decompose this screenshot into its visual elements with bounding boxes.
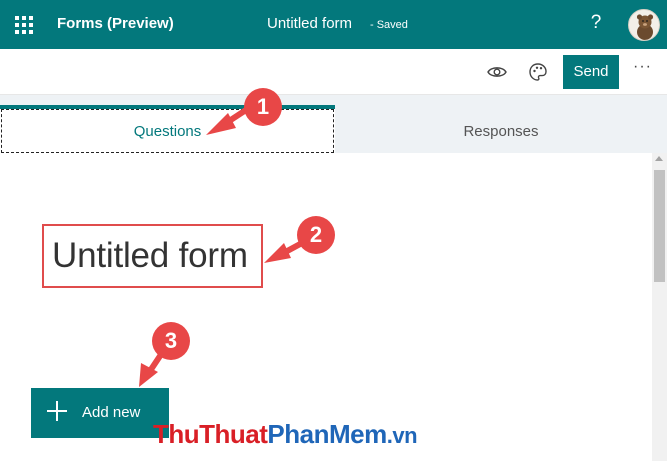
- app-launcher-icon[interactable]: [15, 16, 33, 34]
- watermark-part-1: ThuThuat: [153, 419, 268, 449]
- save-status: - Saved: [370, 19, 408, 31]
- send-button[interactable]: Send: [563, 55, 619, 89]
- eye-icon[interactable]: [486, 61, 508, 83]
- add-new-label: Add new: [82, 404, 141, 421]
- question-mark-icon[interactable]: ?: [588, 12, 604, 34]
- tab-questions-label[interactable]: Questions: [0, 123, 335, 140]
- scroll-up-icon[interactable]: [655, 156, 663, 161]
- document-title[interactable]: Untitled form: [267, 15, 352, 32]
- top-header: Forms (Preview) Untitled form - Saved ?: [0, 0, 667, 49]
- watermark-part-3: .vn: [386, 423, 418, 448]
- watermark: ThuThuatPhanMem.vn: [153, 419, 418, 450]
- watermark-part-2: PhanMem: [267, 419, 387, 449]
- annotation-badge-2: 2: [297, 216, 335, 254]
- app-title[interactable]: Forms (Preview): [57, 15, 174, 32]
- tab-responses[interactable]: Responses: [335, 123, 667, 140]
- more-options-icon[interactable]: ···: [633, 58, 652, 76]
- avatar[interactable]: [628, 9, 660, 41]
- scrollbar-thumb[interactable]: [654, 170, 665, 282]
- annotation-highlight-box: [42, 224, 263, 288]
- palette-icon[interactable]: [527, 61, 549, 83]
- annotation-badge-1: 1: [244, 88, 282, 126]
- annotation-badge-3: 3: [152, 322, 190, 360]
- plus-icon: [47, 401, 67, 421]
- add-new-button[interactable]: Add new: [31, 388, 169, 438]
